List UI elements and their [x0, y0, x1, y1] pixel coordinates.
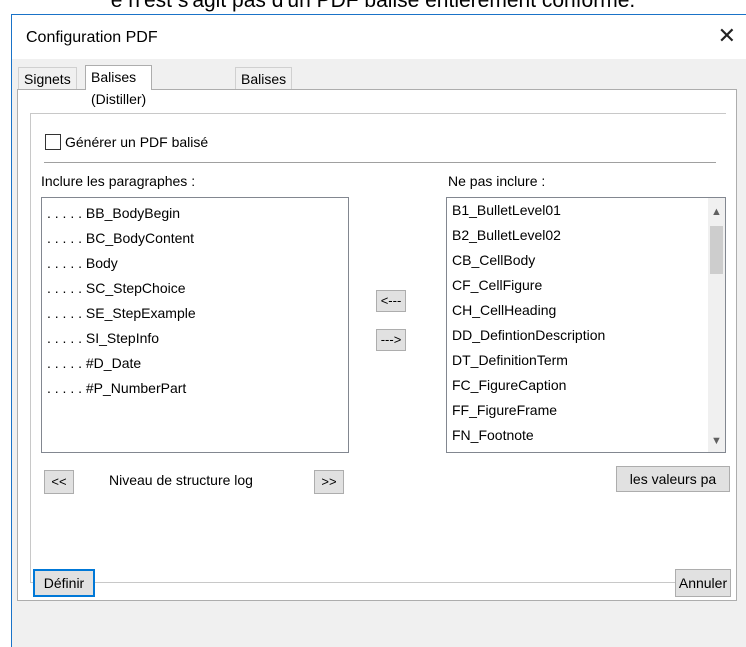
tagged-pdf-label: Générer un PDF balisé — [65, 134, 209, 150]
list-item[interactable]: . . . . . #P_NumberPart — [42, 376, 348, 401]
tagged-pdf-option[interactable]: Générer un PDF balisé — [45, 134, 208, 150]
tagged-pdf-checkbox[interactable] — [45, 134, 61, 150]
list-item[interactable]: . . . . . SE_StepExample — [42, 301, 348, 326]
include-paragraphs-list[interactable]: . . . . . BB_BodyBegin . . . . . BC_Body… — [41, 197, 349, 453]
list-item[interactable]: . . . . . SC_StepChoice — [42, 276, 348, 301]
list-item[interactable]: FC_FigureCaption — [447, 373, 709, 398]
structure-level-text: Niveau de structure log — [109, 472, 253, 488]
list-item[interactable]: DT_DefinitionTerm — [447, 348, 709, 373]
level-next-button[interactable]: >> — [314, 470, 344, 494]
exclude-label: Ne pas inclure : — [448, 173, 546, 189]
list-item[interactable]: CB_CellBody — [447, 248, 709, 273]
tab-signets[interactable]: Signets — [18, 67, 77, 89]
divider — [44, 162, 716, 163]
move-right-button[interactable]: ---> — [376, 329, 406, 351]
cancel-button[interactable]: Annuler — [675, 569, 731, 597]
tab-balises-distiller[interactable]: Balises (Distiller) — [85, 65, 153, 107]
list-item[interactable]: CF_CellFigure — [447, 273, 709, 298]
define-button[interactable]: Définir — [33, 569, 95, 597]
list-item[interactable]: B1_BulletLevel01 — [447, 198, 709, 223]
list-item[interactable]: CH_CellHeading — [447, 298, 709, 323]
default-values-button[interactable]: les valeurs pa — [616, 466, 730, 492]
include-paragraphs-label: Inclure les paragraphes : — [41, 173, 196, 189]
scrollbar-thumb[interactable] — [710, 226, 723, 274]
exclude-list[interactable]: B1_BulletLevel01 B2_BulletLevel02 CB_Cel… — [446, 197, 726, 453]
level-previous-button[interactable]: << — [44, 470, 74, 494]
dialog-title: Configuration PDF — [26, 29, 158, 46]
list-item[interactable]: . . . . . SI_StepInfo — [42, 326, 348, 351]
list-item[interactable]: DD_DefintionDescription — [447, 323, 709, 348]
list-item[interactable]: . . . . . Body — [42, 251, 348, 276]
list-item[interactable]: FF_FigureFrame — [447, 398, 709, 423]
close-icon[interactable]: ✕ — [718, 23, 736, 49]
scroll-up-icon[interactable]: ▲ — [708, 204, 725, 221]
tab-balises[interactable]: Balises — [235, 67, 293, 89]
move-left-button[interactable]: <--- — [376, 290, 406, 312]
tab-panel-balises-distiller: Générer un PDF balisé Inclure les paragr… — [17, 89, 737, 601]
scroll-down-icon[interactable]: ▼ — [708, 433, 725, 450]
pdf-configuration-dialog: Configuration PDF ✕ Signets Balises (Dis… — [11, 14, 746, 647]
list-item[interactable]: . . . . . BB_BodyBegin — [42, 201, 348, 226]
background-document-text: e n'est s'agit pas d'un PDF balisé entiè… — [110, 0, 636, 12]
exclude-list-scrollbar[interactable]: ▲ ▼ — [708, 198, 725, 452]
list-item[interactable]: B2_BulletLevel02 — [447, 223, 709, 248]
list-item[interactable]: . . . . . #D_Date — [42, 351, 348, 376]
list-item[interactable]: FN_Footnote — [447, 423, 709, 448]
title-bar[interactable]: Configuration PDF ✕ — [12, 15, 746, 59]
list-item[interactable]: . . . . . BC_BodyContent — [42, 226, 348, 251]
